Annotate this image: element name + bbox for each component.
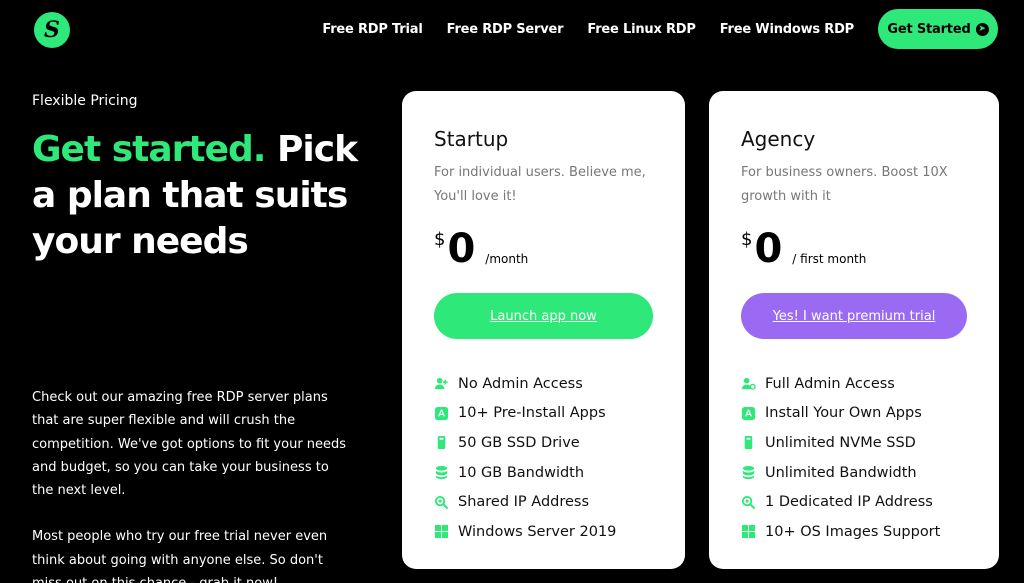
feature-list: Full Admin Access Install Your Own Apps … (741, 369, 940, 547)
top-nav: Free RDP Trial Free RDP Server Free Linu… (322, 9, 998, 49)
list-item: 50 GB SSD Drive (434, 428, 616, 458)
list-item: 10+ OS Images Support (741, 517, 940, 547)
price-currency: $ (434, 229, 446, 250)
list-item: No Admin Access (434, 369, 616, 399)
feature-text: No Admin Access (458, 375, 583, 392)
description-paragraph-1: Check out our amazing free RDP server pl… (32, 390, 347, 499)
plan-subtitle: For business owners. Boost 10X growth wi… (741, 165, 948, 204)
app-store-icon (434, 406, 449, 421)
brand-logo[interactable]: S (34, 12, 70, 48)
ip-search-icon (741, 495, 756, 510)
nav-free-linux-rdp[interactable]: Free Linux RDP (587, 22, 696, 37)
user-plus-icon (434, 376, 449, 391)
feature-text: Unlimited NVMe SSD (765, 434, 916, 451)
ip-search-icon (434, 495, 449, 510)
app-store-icon (741, 406, 756, 421)
hero-description: Check out our amazing free RDP server pl… (32, 386, 352, 583)
description-paragraph-2: Most people who try our free trial never… (32, 529, 328, 583)
feature-text: 50 GB SSD Drive (458, 434, 580, 451)
feature-text: Shared IP Address (458, 494, 590, 511)
user-admin-icon (741, 376, 756, 391)
feature-text: 10+ Pre-Install Apps (458, 405, 606, 422)
arrow-right-icon: ➤ (975, 22, 989, 36)
plan-name: Agency (741, 127, 816, 151)
database-icon (434, 465, 449, 480)
feature-text: 1 Dedicated IP Address (765, 494, 933, 511)
price-currency: $ (741, 229, 753, 250)
nav-free-rdp-server[interactable]: Free RDP Server (447, 22, 564, 37)
list-item: Windows Server 2019 (434, 517, 616, 547)
get-started-button[interactable]: Get Started ➤ (878, 9, 998, 49)
list-item: Shared IP Address (434, 487, 616, 517)
headline-accent: Get started. (32, 129, 266, 170)
nav-free-windows-rdp[interactable]: Free Windows RDP (720, 22, 855, 37)
nav-free-rdp-trial[interactable]: Free RDP Trial (322, 22, 422, 37)
list-item: Unlimited Bandwidth (741, 458, 940, 488)
feature-text: Windows Server 2019 (458, 523, 617, 540)
list-item: 10 GB Bandwidth (434, 458, 616, 488)
windows-icon (434, 524, 449, 539)
feature-list: No Admin Access 10+ Pre-Install Apps 50 … (434, 369, 616, 547)
feature-text: Unlimited Bandwidth (765, 464, 917, 481)
feature-text: 10 GB Bandwidth (458, 464, 585, 481)
list-item: 1 Dedicated IP Address (741, 487, 940, 517)
plan-subtitle: For individual users. Believe me, You'll… (434, 165, 646, 204)
feature-text: 10+ OS Images Support (765, 523, 941, 540)
plan-card-agency: Agency For business owners. Boost 10X gr… (709, 91, 999, 569)
section-eyebrow: Flexible Pricing (32, 93, 138, 109)
feature-text: Install Your Own Apps (765, 405, 922, 422)
list-item: Install Your Own Apps (741, 399, 940, 429)
feature-text: Full Admin Access (765, 375, 895, 392)
get-started-label: Get Started (887, 21, 971, 37)
plan-name: Startup (434, 127, 509, 151)
ssd-drive-icon (434, 435, 449, 450)
price-period: / first month (792, 252, 867, 266)
price-amount: 0 (754, 226, 783, 272)
page-headline: Get started. Pick a plan that suits your… (32, 127, 372, 265)
list-item: Full Admin Access (741, 369, 940, 399)
list-item: 10+ Pre-Install Apps (434, 399, 616, 429)
windows-icon (741, 524, 756, 539)
database-icon (741, 465, 756, 480)
list-item: Unlimited NVMe SSD (741, 428, 940, 458)
premium-trial-button[interactable]: Yes! I want premium trial (741, 293, 967, 339)
plan-card-startup: Startup For individual users. Believe me… (402, 91, 685, 569)
plan-price: $ 0 / first month (741, 227, 866, 271)
price-period: /month (485, 252, 529, 266)
launch-app-button[interactable]: Launch app now (434, 293, 653, 339)
logo-letter: S (44, 17, 60, 43)
price-amount: 0 (447, 226, 476, 272)
plan-price: $ 0 /month (434, 227, 528, 271)
ssd-drive-icon (741, 435, 756, 450)
